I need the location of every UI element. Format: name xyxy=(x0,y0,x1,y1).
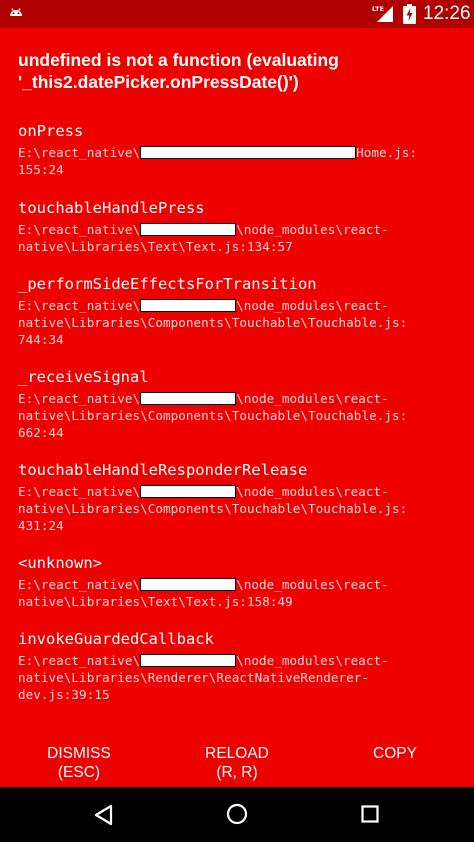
battery-charging-icon xyxy=(403,4,416,29)
stack-frame[interactable]: _receiveSignal E:\react_native\ \node_mod… xyxy=(18,368,463,441)
stack-frame[interactable]: invokeGuardedCallback E:\react_native\ \n… xyxy=(18,630,463,703)
redacted-path-block xyxy=(140,146,357,159)
frame-method: onPress xyxy=(18,122,84,140)
redacted-path-block xyxy=(140,392,237,405)
copy-button[interactable]: COPY xyxy=(360,744,430,763)
redacted-path-block xyxy=(140,654,237,667)
dismiss-button[interactable]: DISMISS (ESC) xyxy=(36,744,122,782)
frame-location: E:\react_native\ \node_modules\react- nat… xyxy=(18,484,408,533)
stack-frame[interactable]: touchableHandleResponderRelease E:\react… xyxy=(18,461,463,534)
frame-location: E:\react_native\ \node_modules\react- nat… xyxy=(18,391,408,440)
back-icon[interactable] xyxy=(93,804,113,831)
lte-label: LTE xyxy=(372,5,384,13)
frame-location: E:\react_native\ \node_modules\react- nat… xyxy=(18,653,389,702)
stack-frame[interactable]: touchableHandlePress E:\react_native\ \no… xyxy=(18,199,463,255)
frame-method: _performSideEffectsForTransition xyxy=(18,275,317,293)
stack-frame[interactable]: _performSideEffectsForTransition E:\reac… xyxy=(18,275,463,348)
status-bar: LTE 12:26 xyxy=(0,0,474,28)
android-icon xyxy=(8,4,24,25)
status-clock: 12:26 xyxy=(423,3,471,24)
frame-location: E:\react_native\ \node_modules\react- nat… xyxy=(18,298,408,347)
frame-method: touchableHandleResponderRelease xyxy=(18,461,308,479)
frame-method: _receiveSignal xyxy=(18,368,149,386)
frame-location: E:\react_native\ \node_modules\react- nat… xyxy=(18,222,389,254)
stack-frame[interactable]: onPress E:\react_native\ Home.js: 155:24 xyxy=(18,122,463,178)
frame-method: invokeGuardedCallback xyxy=(18,630,214,648)
dismiss-label: DISMISS xyxy=(47,745,111,762)
home-icon[interactable] xyxy=(226,803,248,830)
redacted-path-block xyxy=(140,578,237,591)
redacted-path-block xyxy=(140,485,237,498)
frame-location: E:\react_native\ \node_modules\react- nat… xyxy=(18,577,389,609)
reload-label: RELOAD xyxy=(205,745,269,762)
frame-method: touchableHandlePress xyxy=(18,199,205,217)
redbox-action-bar: DISMISS (ESC) RELOAD (R, R) COPY xyxy=(0,744,474,788)
error-message: undefined is not a function (evaluating … xyxy=(18,50,339,92)
copy-label: COPY xyxy=(373,745,417,762)
reload-shortcut: (R, R) xyxy=(216,764,258,781)
frame-method: <unknown> xyxy=(18,554,102,572)
navigation-bar xyxy=(0,787,474,842)
reload-button[interactable]: RELOAD (R, R) xyxy=(194,744,280,782)
stack-frame[interactable]: <unknown> E:\react_native\ \node_modules\… xyxy=(18,554,463,610)
redacted-path-block xyxy=(140,223,237,236)
recents-icon[interactable] xyxy=(361,805,379,828)
dismiss-shortcut: (ESC) xyxy=(57,764,101,781)
frame-location: E:\react_native\ Home.js: 155:24 xyxy=(18,145,418,177)
redbox-error-screen: undefined is not a function (evaluating … xyxy=(0,28,474,787)
redacted-path-block xyxy=(140,299,237,312)
lte-signal-icon: LTE xyxy=(372,5,394,28)
